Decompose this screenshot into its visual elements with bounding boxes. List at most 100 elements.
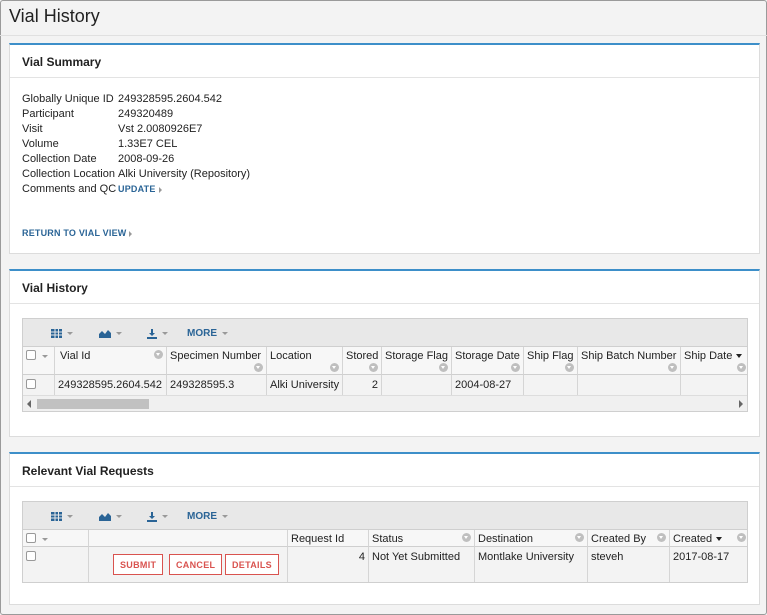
field-label: Visit xyxy=(22,123,43,135)
field-label: Collection Date xyxy=(22,153,97,165)
cancel-button[interactable]: CANCEL xyxy=(169,554,223,575)
col-header-created-by[interactable]: Created By xyxy=(588,530,670,547)
field-label: Participant xyxy=(22,108,74,120)
column-menu-icon[interactable] xyxy=(737,363,746,372)
column-menu-icon[interactable] xyxy=(668,363,677,372)
return-link-label[interactable]: RETURN TO VIAL VIEW xyxy=(22,228,126,238)
column-menu-icon[interactable] xyxy=(657,533,666,542)
col-header-storage-date[interactable]: Storage Date xyxy=(452,347,524,375)
col-label[interactable]: Status xyxy=(372,533,403,545)
select-all-header[interactable] xyxy=(23,530,89,547)
more-menu-button[interactable]: MORE xyxy=(187,327,228,340)
select-all-checkbox[interactable] xyxy=(26,350,36,360)
col-header-storage-flag[interactable]: Storage Flag xyxy=(382,347,452,375)
vial-requests-grid: MORE Request Id Status Destination Creat… xyxy=(22,501,748,583)
col-label[interactable]: Request Id xyxy=(291,533,344,545)
chevron-down-icon xyxy=(116,332,122,335)
column-menu-icon[interactable] xyxy=(369,363,378,372)
col-label[interactable]: Created xyxy=(673,533,712,545)
col-label[interactable]: Storage Date xyxy=(455,350,520,362)
column-menu-icon[interactable] xyxy=(737,533,746,542)
col-header-request-id[interactable]: Request Id xyxy=(288,530,369,547)
col-label[interactable]: Ship Batch Number xyxy=(581,350,676,362)
charts-button[interactable] xyxy=(99,510,122,523)
chevron-down-icon xyxy=(42,538,48,541)
field-value: Vst 2.0080926E7 xyxy=(118,123,203,135)
col-header-ship-date[interactable]: Ship Date xyxy=(681,347,747,375)
column-menu-icon[interactable] xyxy=(439,363,448,372)
column-menu-icon[interactable] xyxy=(462,533,471,542)
grid-view-button[interactable] xyxy=(51,510,73,523)
select-all-checkbox[interactable] xyxy=(26,533,36,543)
col-label[interactable]: Specimen Number xyxy=(170,350,261,362)
column-menu-icon[interactable] xyxy=(154,350,163,359)
col-header-location[interactable]: Location xyxy=(267,347,343,375)
more-label[interactable]: MORE xyxy=(187,511,217,522)
chevron-down-icon xyxy=(162,332,168,335)
col-header-specimen-number[interactable]: Specimen Number xyxy=(167,347,267,375)
col-label[interactable]: Location xyxy=(270,350,312,362)
grid-view-button[interactable] xyxy=(51,327,73,340)
column-menu-icon[interactable] xyxy=(511,363,520,372)
col-label[interactable]: Ship Flag xyxy=(527,350,573,362)
more-label[interactable]: MORE xyxy=(187,328,217,339)
col-header-ship-flag[interactable]: Ship Flag xyxy=(524,347,578,375)
col-label[interactable]: Created By xyxy=(591,533,646,545)
column-menu-icon[interactable] xyxy=(565,363,574,372)
return-to-vial-view-link[interactable]: RETURN TO VIAL VIEW xyxy=(22,228,133,238)
vial-summary-title: Vial Summary xyxy=(10,45,759,78)
col-header-stored[interactable]: Stored xyxy=(343,347,382,375)
update-link[interactable]: UPDATE xyxy=(118,182,162,197)
row-checkbox[interactable] xyxy=(26,551,36,561)
cell-created-by: steveh xyxy=(588,547,670,582)
col-label[interactable]: Ship Date xyxy=(684,350,732,362)
cell-location: Alki University xyxy=(267,375,343,397)
col-header-destination[interactable]: Destination xyxy=(475,530,588,547)
field-label: Globally Unique ID xyxy=(22,93,114,105)
cell-destination: Montlake University xyxy=(475,547,588,582)
cell-stored: 2 xyxy=(343,375,382,397)
export-button[interactable] xyxy=(147,327,168,340)
column-menu-icon[interactable] xyxy=(330,363,339,372)
col-label[interactable]: Stored xyxy=(346,350,378,362)
field-value: 2008-09-26 xyxy=(118,153,175,165)
column-menu-icon[interactable] xyxy=(254,363,263,372)
col-label[interactable]: Vial Id xyxy=(60,350,90,362)
actions-header xyxy=(89,530,288,547)
charts-button[interactable] xyxy=(99,327,122,340)
export-button[interactable] xyxy=(147,510,168,523)
cell-request-id: 4 xyxy=(288,547,369,582)
horizontal-scrollbar[interactable] xyxy=(23,395,747,411)
col-label[interactable]: Destination xyxy=(478,533,533,545)
cell-actions: SUBMIT CANCEL DETAILS xyxy=(89,547,288,582)
download-icon xyxy=(147,511,157,522)
submit-button[interactable]: SUBMIT xyxy=(113,554,164,575)
col-header-ship-batch-number[interactable]: Ship Batch Number xyxy=(578,347,681,375)
chevron-down-icon xyxy=(116,515,122,518)
field-label: Comments and QC xyxy=(22,183,117,195)
col-label[interactable]: Storage Flag xyxy=(385,350,448,362)
cell-ship-date xyxy=(681,375,747,397)
col-header-status[interactable]: Status xyxy=(369,530,475,547)
update-link-label[interactable]: UPDATE xyxy=(118,184,156,194)
select-all-header[interactable] xyxy=(23,347,55,375)
column-menu-icon[interactable] xyxy=(575,533,584,542)
details-button[interactable]: DETAILS xyxy=(225,554,279,575)
col-header-vial-id[interactable]: Vial Id xyxy=(55,347,167,375)
scrollbar-thumb[interactable] xyxy=(37,399,149,409)
scroll-right-icon[interactable] xyxy=(739,400,743,408)
row-checkbox[interactable] xyxy=(26,379,36,389)
field-value: 249320489 xyxy=(118,108,174,120)
grid-toolbar: MORE xyxy=(23,502,747,530)
col-header-created[interactable]: Created xyxy=(670,530,747,547)
chevron-down-icon xyxy=(67,515,73,518)
field-label: Volume xyxy=(22,138,59,150)
vial-history-title: Vial History xyxy=(10,271,759,304)
grid-icon xyxy=(51,512,62,521)
scroll-left-icon[interactable] xyxy=(27,400,31,408)
grid-toolbar: MORE xyxy=(23,319,747,347)
download-icon xyxy=(147,328,157,339)
field-value: 1.33E7 CEL xyxy=(118,138,178,150)
more-menu-button[interactable]: MORE xyxy=(187,510,228,523)
chevron-down-icon xyxy=(222,332,228,335)
